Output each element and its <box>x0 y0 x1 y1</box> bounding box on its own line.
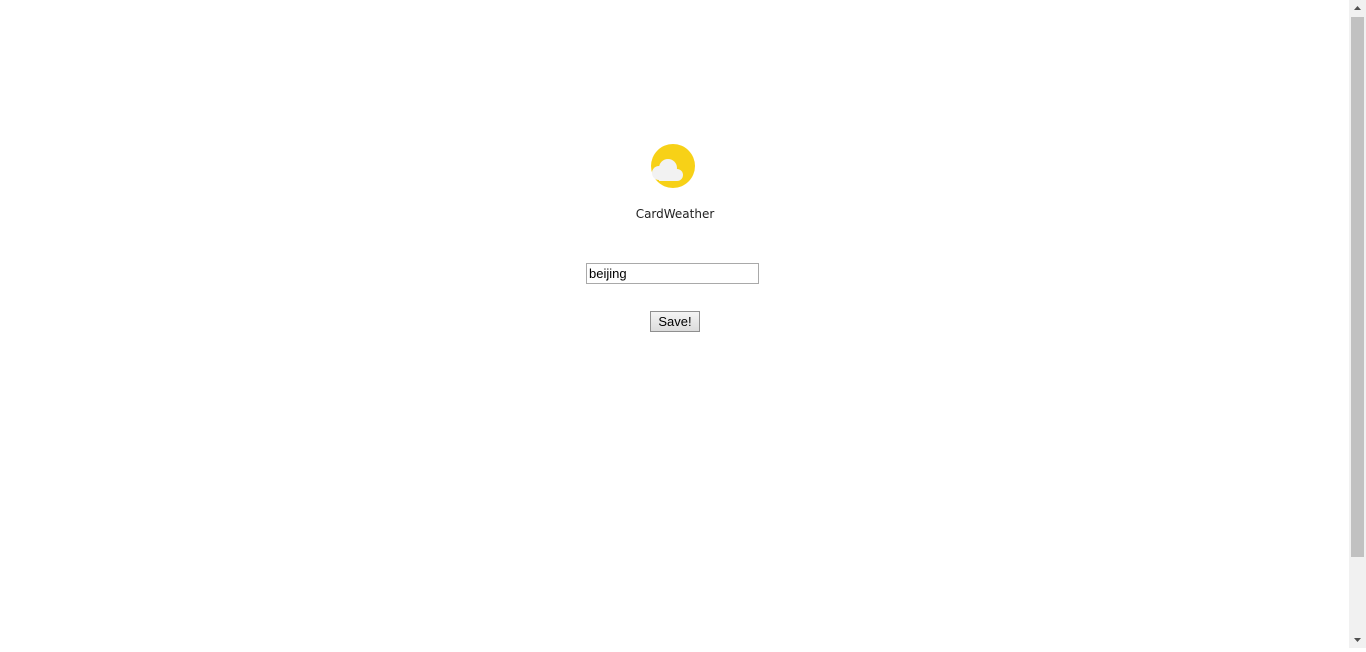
scroll-thumb[interactable] <box>1351 17 1364 557</box>
city-input[interactable] <box>586 263 759 284</box>
app-name: CardWeather <box>635 207 715 221</box>
scroll-down-arrow-icon[interactable] <box>1349 631 1366 648</box>
save-button[interactable]: Save! <box>650 311 700 332</box>
scroll-up-arrow-icon[interactable] <box>1349 0 1366 17</box>
page-viewport: CardWeather Save! <box>0 0 1349 648</box>
sun-behind-cloud-icon <box>648 142 698 192</box>
vertical-scrollbar[interactable] <box>1349 0 1366 648</box>
